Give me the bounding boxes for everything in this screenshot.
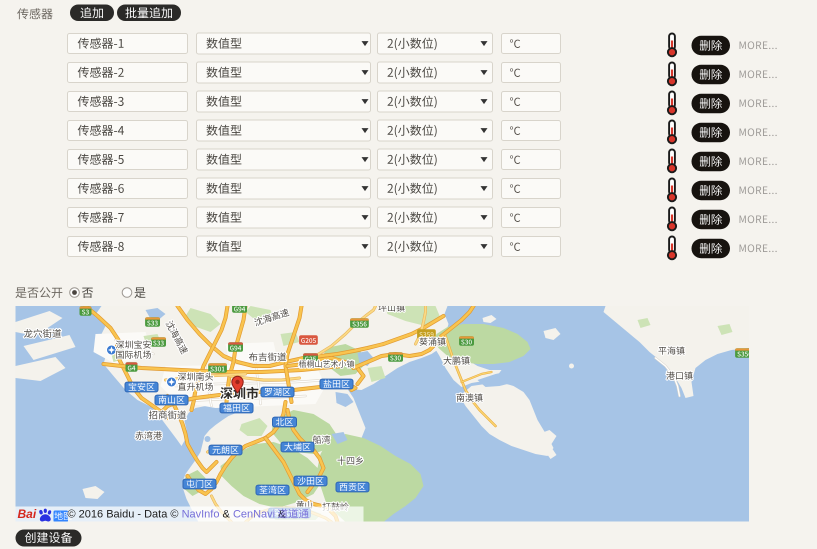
svg-text:© 2016 Baidu - Data © NavInfo: © 2016 Baidu - Data © NavInfo & CenNavi … <box>68 509 287 521</box>
svg-text:Bai: Bai <box>18 507 37 521</box>
